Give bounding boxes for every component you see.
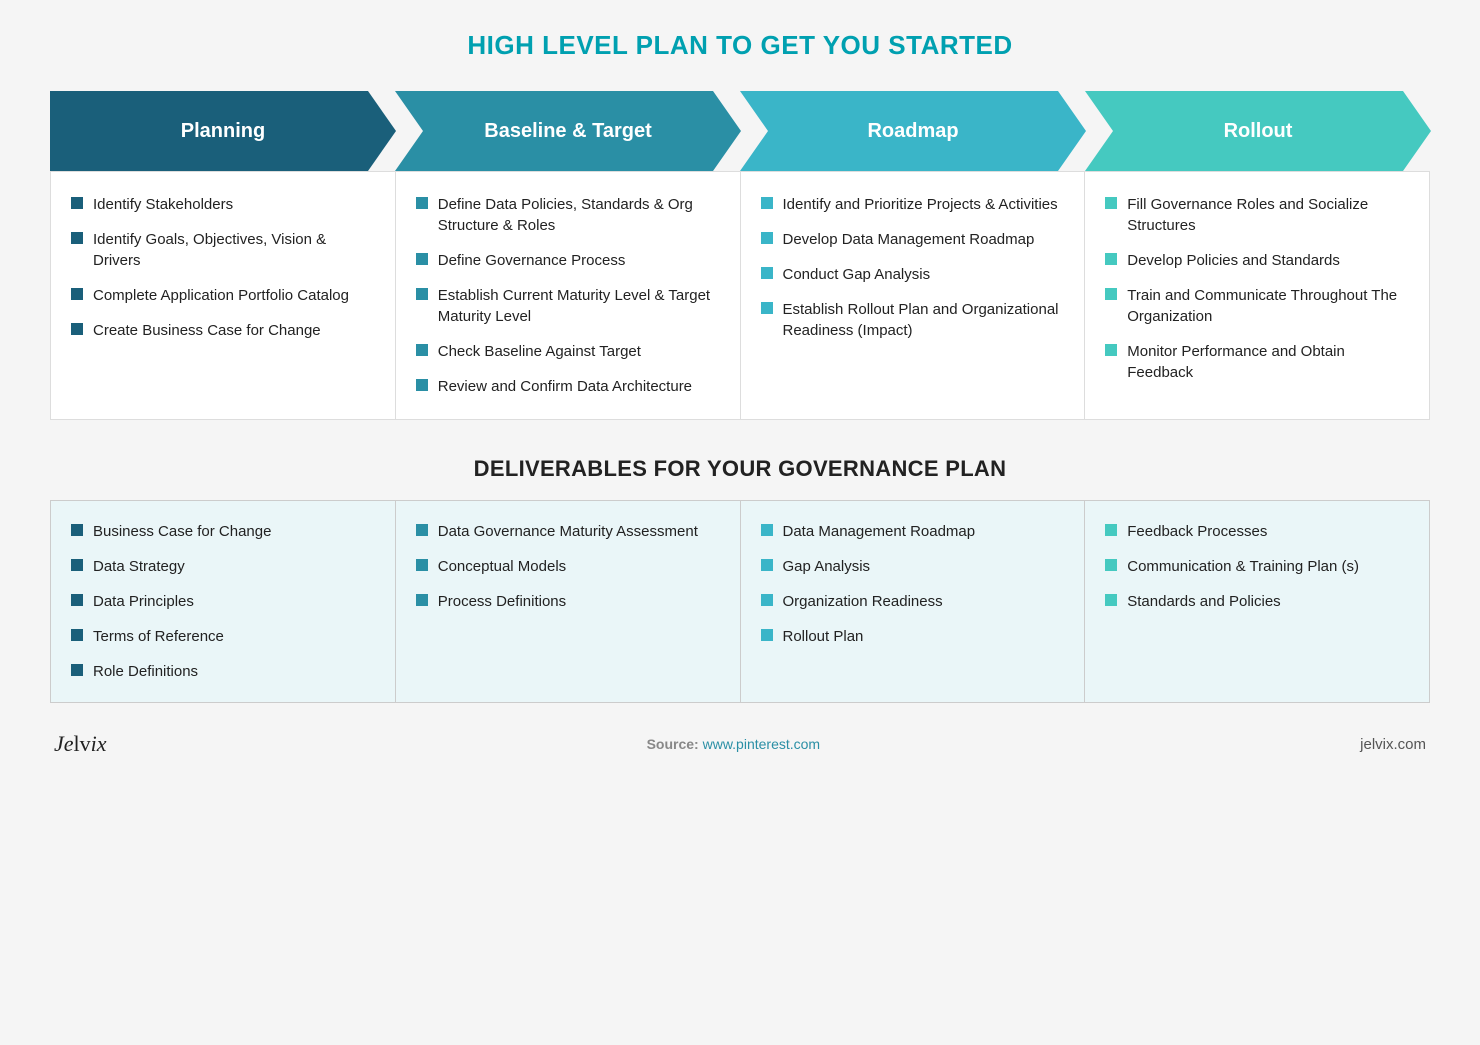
bullet-icon [1105, 524, 1117, 536]
del-col-planning: Business Case for Change Data Strategy D… [51, 501, 396, 702]
bullet-icon [1105, 344, 1117, 356]
bullet-icon [761, 629, 773, 641]
bullet-icon [761, 524, 773, 536]
del-col-rollout: Feedback Processes Communication & Train… [1085, 501, 1429, 702]
list-item: Establish Current Maturity Level & Targe… [416, 285, 720, 327]
bullet-icon [71, 559, 83, 571]
bullet-icon [1105, 253, 1117, 265]
footer: Jelvix Source: www.pinterest.com jelvix.… [50, 731, 1430, 757]
list-item: Data Principles [71, 591, 375, 612]
bullet-icon [761, 232, 773, 244]
del-planning-list: Business Case for Change Data Strategy D… [71, 521, 375, 682]
bullet-icon [71, 524, 83, 536]
col-planning: Identify Stakeholders Identify Goals, Ob… [51, 172, 396, 419]
list-item: Define Data Policies, Standards & Org St… [416, 194, 720, 236]
footer-logo: Jelvix [54, 731, 107, 757]
page-title: HIGH LEVEL PLAN TO GET YOU STARTED [467, 30, 1012, 61]
list-item: Establish Rollout Plan and Organizationa… [761, 299, 1065, 341]
bullet-icon [416, 524, 428, 536]
list-item: Organization Readiness [761, 591, 1065, 612]
bullet-icon [761, 559, 773, 571]
list-item: Conduct Gap Analysis [761, 264, 1065, 285]
list-item: Train and Communicate Throughout The Org… [1105, 285, 1409, 327]
list-item: Data Management Roadmap [761, 521, 1065, 542]
bullet-icon [416, 253, 428, 265]
arrow-rollout: Rollout [1085, 91, 1431, 171]
list-item: Rollout Plan [761, 626, 1065, 647]
list-item: Complete Application Portfolio Catalog [71, 285, 375, 306]
content-columns: Identify Stakeholders Identify Goals, Ob… [50, 171, 1430, 420]
list-item: Develop Policies and Standards [1105, 250, 1409, 271]
list-item: Identify Goals, Objectives, Vision & Dri… [71, 229, 375, 271]
footer-site: jelvix.com [1360, 736, 1426, 753]
bullet-icon [761, 302, 773, 314]
arrow-planning: Planning [50, 91, 396, 171]
bullet-icon [416, 559, 428, 571]
list-item: Business Case for Change [71, 521, 375, 542]
rollout-list: Fill Governance Roles and Socialize Stru… [1105, 194, 1409, 383]
bullet-icon [761, 267, 773, 279]
list-item: Data Strategy [71, 556, 375, 577]
deliverables-row: Business Case for Change Data Strategy D… [50, 500, 1430, 703]
list-item: Data Governance Maturity Assessment [416, 521, 720, 542]
list-item: Process Definitions [416, 591, 720, 612]
roadmap-list: Identify and Prioritize Projects & Activ… [761, 194, 1065, 341]
bullet-icon [71, 288, 83, 300]
bullet-icon [1105, 559, 1117, 571]
list-item: Monitor Performance and Obtain Feedback [1105, 341, 1409, 383]
arrow-row: Planning Baseline & Target Roadmap Rollo… [50, 91, 1430, 171]
footer-source-link[interactable]: www.pinterest.com [703, 736, 820, 752]
bullet-icon [71, 664, 83, 676]
bullet-icon [71, 232, 83, 244]
list-item: Feedback Processes [1105, 521, 1409, 542]
bullet-icon [71, 197, 83, 209]
bullet-icon [416, 344, 428, 356]
col-roadmap: Identify and Prioritize Projects & Activ… [741, 172, 1086, 419]
list-item: Check Baseline Against Target [416, 341, 720, 362]
bullet-icon [761, 197, 773, 209]
del-baseline-list: Data Governance Maturity Assessment Conc… [416, 521, 720, 612]
list-item: Identify Stakeholders [71, 194, 375, 215]
del-col-roadmap: Data Management Roadmap Gap Analysis Org… [741, 501, 1086, 702]
footer-source: Source: www.pinterest.com [647, 736, 821, 752]
list-item: Develop Data Management Roadmap [761, 229, 1065, 250]
arrow-roadmap: Roadmap [740, 91, 1086, 171]
list-item: Standards and Policies [1105, 591, 1409, 612]
bullet-icon [1105, 288, 1117, 300]
list-item: Gap Analysis [761, 556, 1065, 577]
planning-list: Identify Stakeholders Identify Goals, Ob… [71, 194, 375, 341]
col-rollout: Fill Governance Roles and Socialize Stru… [1085, 172, 1429, 419]
del-roadmap-list: Data Management Roadmap Gap Analysis Org… [761, 521, 1065, 647]
bullet-icon [71, 594, 83, 606]
col-baseline: Define Data Policies, Standards & Org St… [396, 172, 741, 419]
bullet-icon [416, 197, 428, 209]
list-item: Create Business Case for Change [71, 320, 375, 341]
list-item: Review and Confirm Data Architecture [416, 376, 720, 397]
bullet-icon [416, 288, 428, 300]
arrow-baseline: Baseline & Target [395, 91, 741, 171]
bullet-icon [416, 594, 428, 606]
list-item: Conceptual Models [416, 556, 720, 577]
list-item: Communication & Training Plan (s) [1105, 556, 1409, 577]
bullet-icon [416, 379, 428, 391]
list-item: Role Definitions [71, 661, 375, 682]
list-item: Identify and Prioritize Projects & Activ… [761, 194, 1065, 215]
bullet-icon [1105, 594, 1117, 606]
del-rollout-list: Feedback Processes Communication & Train… [1105, 521, 1409, 612]
baseline-list: Define Data Policies, Standards & Org St… [416, 194, 720, 397]
bullet-icon [71, 629, 83, 641]
list-item: Terms of Reference [71, 626, 375, 647]
deliverables-title: DELIVERABLES FOR YOUR GOVERNANCE PLAN [474, 456, 1007, 482]
bullet-icon [761, 594, 773, 606]
bullet-icon [1105, 197, 1117, 209]
list-item: Define Governance Process [416, 250, 720, 271]
del-col-baseline: Data Governance Maturity Assessment Conc… [396, 501, 741, 702]
list-item: Fill Governance Roles and Socialize Stru… [1105, 194, 1409, 236]
bullet-icon [71, 323, 83, 335]
